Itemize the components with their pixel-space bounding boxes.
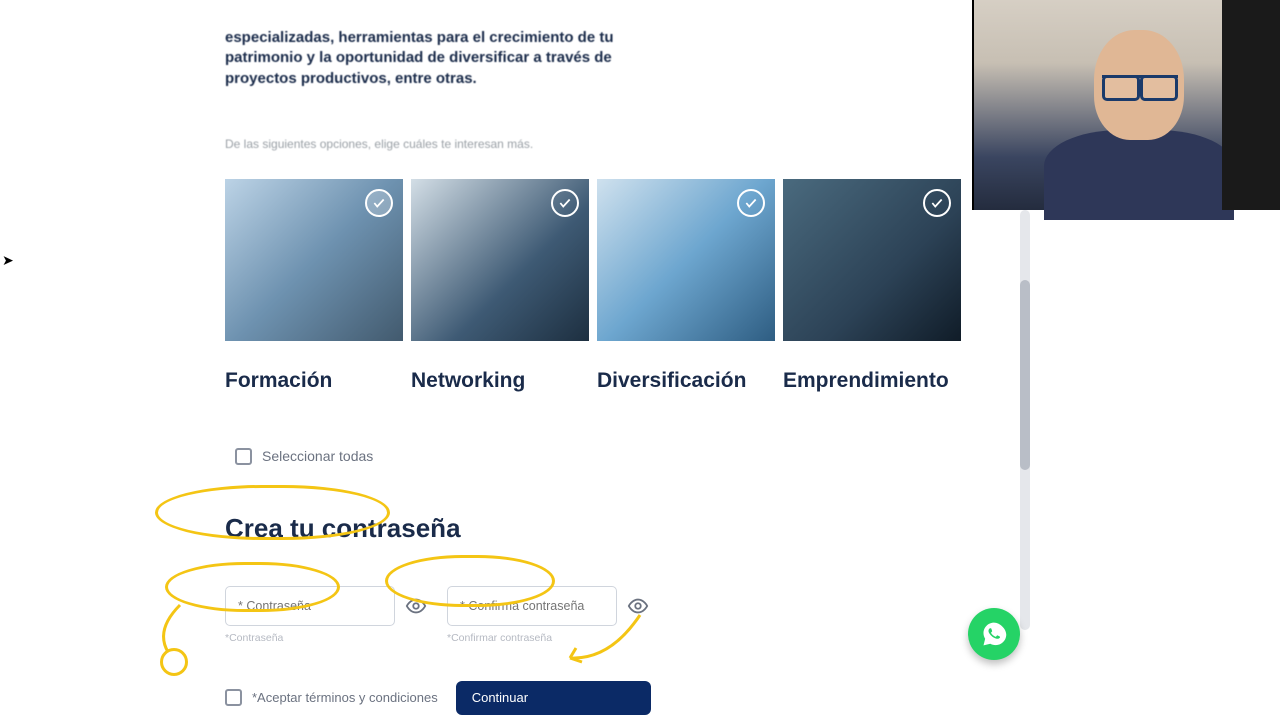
card-label: Formación — [225, 369, 403, 393]
card-networking[interactable]: Networking — [411, 179, 589, 393]
select-all-label: Seleccionar todas — [262, 448, 373, 464]
confirm-password-input[interactable] — [447, 586, 617, 626]
terms-checkbox[interactable] — [225, 689, 242, 706]
card-emprendimiento[interactable]: Emprendimiento — [783, 179, 961, 393]
mouse-cursor: ➤ — [2, 252, 14, 269]
card-image — [783, 179, 961, 341]
password-field-wrap: *Contraseña — [225, 586, 427, 626]
submit-row: *Aceptar términos y condiciones Continua… — [225, 681, 965, 715]
instruction-text: De las siguientes opciones, elige cuáles… — [225, 137, 965, 151]
continue-button[interactable]: Continuar — [456, 681, 651, 715]
card-image — [225, 179, 403, 341]
scroll-thumb[interactable] — [1020, 280, 1030, 470]
intro-line: especializadas, herramientas para el cre… — [225, 29, 614, 46]
select-all-row[interactable]: Seleccionar todas — [235, 448, 965, 465]
eye-icon[interactable] — [627, 595, 649, 617]
option-cards: Formación Networking Diversificación — [225, 179, 965, 393]
card-label: Diversificación — [597, 369, 775, 393]
card-image — [411, 179, 589, 341]
intro-line: proyectos productivos, entre otras. — [225, 70, 477, 87]
intro-text: especializadas, herramientas para el cre… — [225, 28, 965, 89]
whatsapp-button[interactable] — [968, 608, 1020, 660]
webcam-overlay — [972, 0, 1280, 210]
password-input[interactable] — [225, 586, 395, 626]
scrollbar[interactable] — [1020, 210, 1030, 630]
check-icon[interactable] — [737, 189, 765, 217]
password-hint: *Contraseña — [225, 632, 283, 644]
card-diversificacion[interactable]: Diversificación — [597, 179, 775, 393]
annotation-arrow — [150, 600, 190, 660]
terms-row[interactable]: *Aceptar términos y condiciones — [225, 689, 438, 706]
card-label: Emprendimiento — [783, 369, 961, 393]
card-formacion[interactable]: Formación — [225, 179, 403, 393]
card-image — [597, 179, 775, 341]
annotation-circle — [160, 648, 188, 676]
intro-line: patrimonio y la oportunidad de diversifi… — [225, 49, 612, 66]
select-all-checkbox[interactable] — [235, 448, 252, 465]
password-heading: Crea tu contraseña — [225, 513, 461, 544]
check-icon[interactable] — [551, 189, 579, 217]
whatsapp-icon — [980, 620, 1008, 648]
check-icon[interactable] — [365, 189, 393, 217]
card-label: Networking — [411, 369, 589, 393]
terms-label: *Aceptar términos y condiciones — [252, 690, 438, 705]
password-row: *Contraseña *Confirmar contraseña — [225, 586, 965, 626]
form-page: especializadas, herramientas para el cre… — [160, 0, 1030, 720]
confirm-hint: *Confirmar contraseña — [447, 632, 552, 644]
check-icon[interactable] — [923, 189, 951, 217]
eye-icon[interactable] — [405, 595, 427, 617]
confirm-field-wrap: *Confirmar contraseña — [447, 586, 649, 626]
